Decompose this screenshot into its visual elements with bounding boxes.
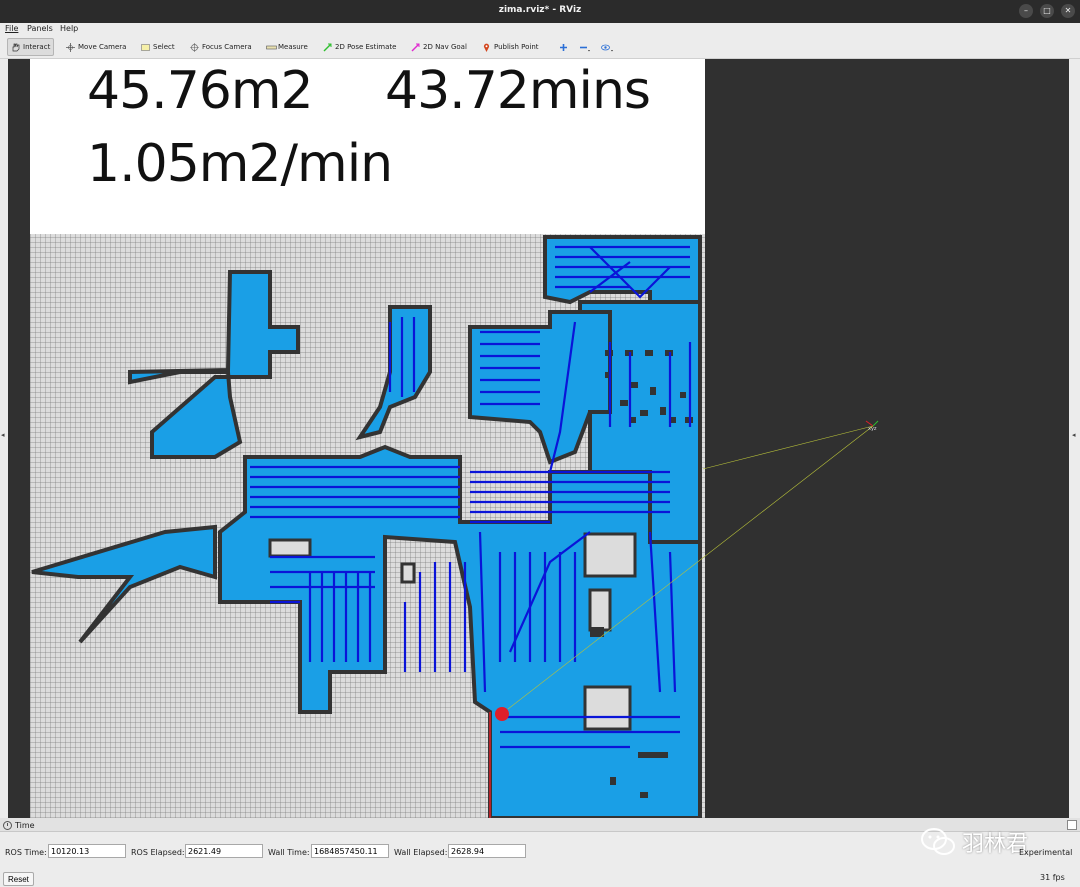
interact-label: Interact (23, 43, 51, 51)
move-camera-label: Move Camera (78, 43, 127, 51)
tool-properties-button[interactable] (598, 38, 613, 56)
eye-icon (601, 43, 613, 52)
menu-panels[interactable]: Panels (27, 24, 53, 33)
crosshair-icon (190, 42, 199, 52)
map-pin-icon (482, 43, 491, 52)
frame-axis-label: xyz (868, 426, 877, 432)
wall-time-label: Wall Time: (268, 848, 310, 857)
magenta-arrow-icon (411, 43, 420, 52)
panel-float-checkbox[interactable] (1067, 820, 1077, 830)
green-arrow-icon (323, 43, 332, 52)
coverage-map (31, 235, 702, 818)
collapse-left-icon: ◂ (1, 431, 5, 439)
select-tool[interactable]: Select (138, 38, 178, 56)
move-arrows-icon (66, 42, 75, 52)
time-panel: Time ROS Time: ROS Elapsed: Wall Time: W… (0, 818, 1080, 887)
focus-camera-label: Focus Camera (202, 43, 252, 51)
clock-icon (3, 821, 12, 830)
reset-button[interactable]: Reset (3, 872, 34, 886)
time-panel-title: Time (15, 821, 35, 830)
render-viewport[interactable]: 45.76m2 43.72mins 1.05m2/min xyz (8, 59, 1069, 818)
time-panel-header: Time (0, 818, 1080, 832)
toolbar: Interact Move Camera Select Focus Camera… (0, 35, 1080, 59)
plus-icon (559, 43, 568, 52)
duration-value: 43.72mins (385, 61, 651, 121)
publish-point-label: Publish Point (494, 43, 539, 51)
stats-overlay: 45.76m2 43.72mins 1.05m2/min (30, 59, 705, 234)
pose-estimate-label: 2D Pose Estimate (335, 43, 397, 51)
menu-help[interactable]: Help (60, 24, 78, 33)
maximize-button[interactable]: □ (1040, 4, 1054, 18)
ros-time-field[interactable] (48, 844, 126, 858)
select-box-icon (141, 43, 150, 52)
add-tool-button[interactable] (556, 38, 571, 56)
watermark: 羽林君 (920, 826, 1028, 858)
focus-camera-tool[interactable]: Focus Camera (187, 38, 255, 56)
measure-label: Measure (278, 43, 308, 51)
pose-estimate-tool[interactable]: 2D Pose Estimate (320, 38, 399, 56)
wall-time-field[interactable] (311, 844, 389, 858)
wall-elapsed-label: Wall Elapsed: (394, 848, 448, 857)
remove-tool-button[interactable] (576, 38, 591, 56)
nav-goal-tool[interactable]: 2D Nav Goal (408, 38, 470, 56)
left-panel-collapse[interactable]: ◂ (0, 59, 8, 818)
wall-elapsed-field[interactable] (448, 844, 526, 858)
publish-point-tool[interactable]: Publish Point (479, 38, 542, 56)
experimental-checkbox-label[interactable]: Experimental (1019, 848, 1072, 857)
wechat-icon (921, 828, 955, 855)
minimize-button[interactable]: – (1019, 4, 1033, 18)
collapse-right-icon: ◂ (1072, 431, 1076, 439)
menu-file[interactable]: File (5, 24, 18, 33)
ros-elapsed-label: ROS Elapsed: (131, 848, 185, 857)
rate-value: 1.05m2/min (87, 134, 393, 194)
minus-icon (579, 43, 590, 52)
title-bar: zima.rviz* - RViz – □ ✕ (0, 0, 1080, 23)
menu-bar: File Panels Help (0, 23, 1080, 35)
move-camera-tool[interactable]: Move Camera (63, 38, 129, 56)
window-title: zima.rviz* - RViz (498, 5, 582, 15)
ruler-icon (266, 43, 277, 52)
right-panel-collapse[interactable]: ◂ (1069, 59, 1080, 818)
nav-goal-label: 2D Nav Goal (423, 43, 467, 51)
measure-tool[interactable]: Measure (263, 38, 311, 56)
ros-time-label: ROS Time: (5, 848, 47, 857)
ros-elapsed-field[interactable] (185, 844, 263, 858)
interact-tool[interactable]: Interact (7, 38, 55, 56)
robot-marker (495, 707, 509, 721)
hand-icon (11, 43, 20, 52)
fps-counter: 31 fps (1040, 873, 1065, 882)
select-label: Select (153, 43, 175, 51)
coverage-region (31, 235, 702, 818)
area-value: 45.76m2 (87, 61, 314, 121)
close-button[interactable]: ✕ (1061, 4, 1075, 18)
